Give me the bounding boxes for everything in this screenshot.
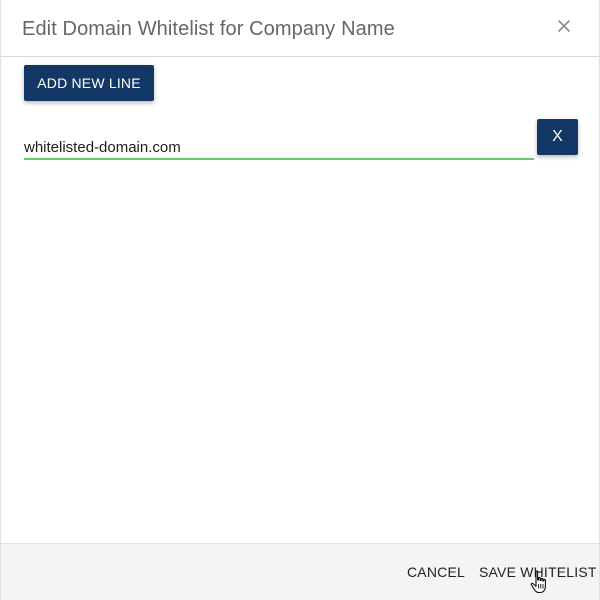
dialog-header: Edit Domain Whitelist for Company Name [1, 0, 599, 57]
dialog-footer: CANCEL SAVE WHITELIST [1, 543, 599, 600]
cancel-button[interactable]: CANCEL [403, 564, 469, 580]
edit-whitelist-dialog: Edit Domain Whitelist for Company Name A… [0, 0, 600, 600]
save-whitelist-button[interactable]: SAVE WHITELIST [475, 564, 600, 580]
remove-line-button[interactable]: X [537, 119, 578, 155]
dialog-title: Edit Domain Whitelist for Company Name [22, 18, 395, 40]
close-icon[interactable] [553, 15, 575, 37]
add-new-line-button[interactable]: ADD NEW LINE [24, 65, 154, 101]
domain-line [24, 132, 534, 162]
domain-input[interactable] [24, 136, 534, 160]
